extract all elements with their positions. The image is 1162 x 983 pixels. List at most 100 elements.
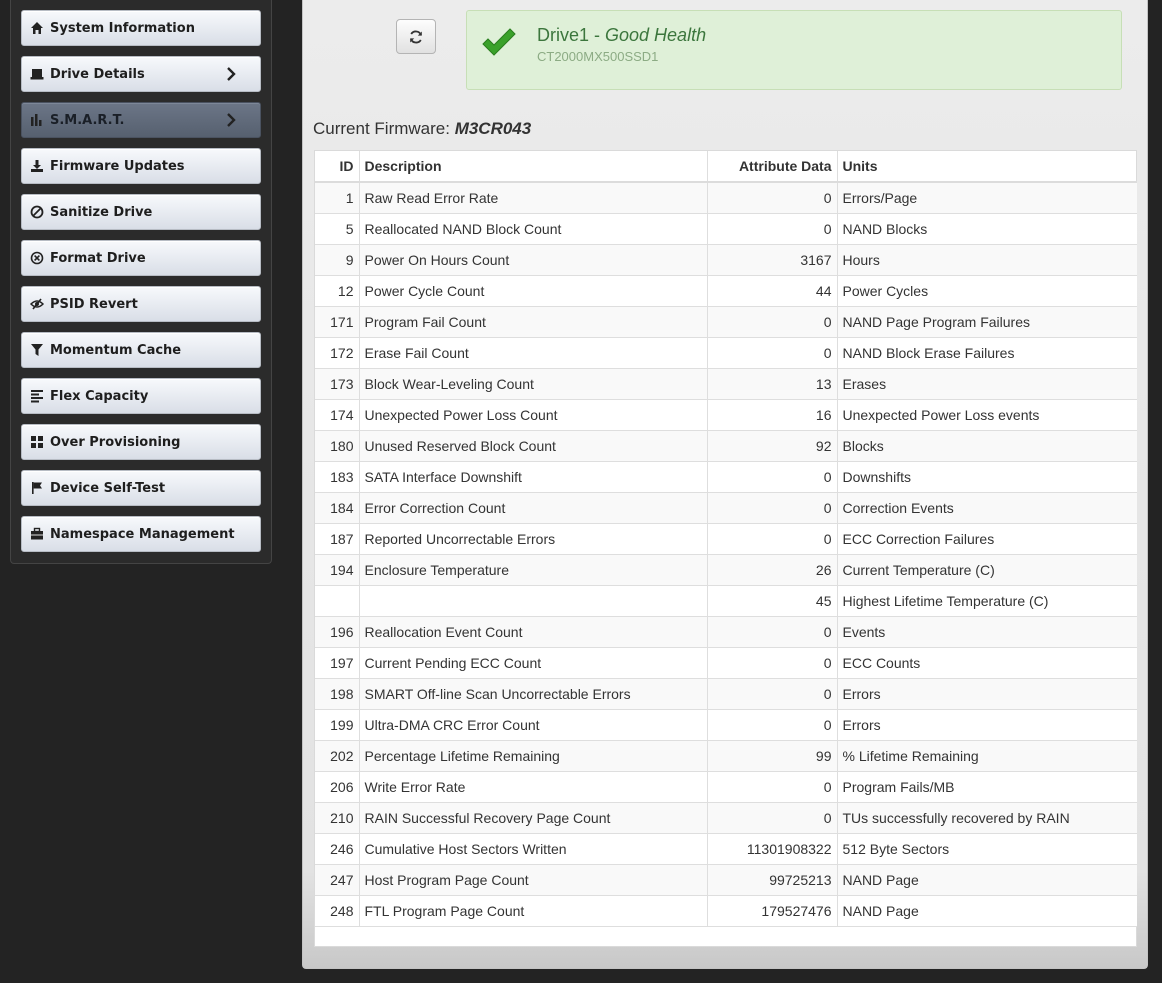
table-row: 194 Enclosure Temperature 26 Current Temper… — [315, 554, 1137, 586]
main-panel: Drive1 - Good Health CT2000MX500SSD1 Cur… — [302, 0, 1148, 969]
table-row: 12 Power Cycle Count 44 Power Cycles — [315, 275, 1137, 307]
cell-attribute-data: 26 — [707, 554, 838, 586]
table-row: 183 SATA Interface Downshift 0 Downshifts — [315, 461, 1137, 493]
table-row: 171 Program Fail Count 0 NAND Page Program … — [315, 306, 1137, 338]
sidebar-item-sanitize-drive[interactable]: Sanitize Drive — [21, 194, 261, 230]
cell-description: Program Fail Count — [359, 306, 708, 338]
cell-id: 172 — [315, 337, 360, 369]
table-row: 173 Block Wear-Leveling Count 13 Erases — [315, 368, 1137, 400]
cell-id: 202 — [315, 740, 360, 772]
table-row: 199 Ultra-DMA CRC Error Count 0 Errors — [315, 709, 1137, 741]
cell-description: Unexpected Power Loss Count — [359, 399, 708, 431]
cell-attribute-data: 0 — [707, 616, 838, 648]
sidebar-item-label: Device Self-Test — [50, 480, 166, 496]
table-header-row: ID Description Attribute Data Units — [315, 151, 1137, 183]
sidebar-item-label: Flex Capacity — [50, 388, 149, 404]
table-row: 210 RAIN Successful Recovery Page Count 0 T… — [315, 802, 1137, 834]
table-row: 5 Reallocated NAND Block Count 0 NAND Block… — [315, 213, 1137, 245]
cell-units: Unexpected Power Loss events — [837, 399, 1137, 431]
sidebar-item-s-m-a-r-t[interactable]: S.M.A.R.T. — [21, 102, 261, 138]
sidebar-item-flex-capacity[interactable]: Flex Capacity — [21, 378, 261, 414]
cell-description: Erase Fail Count — [359, 337, 708, 369]
cell-attribute-data: 0 — [707, 306, 838, 338]
cell-units: Power Cycles — [837, 275, 1137, 307]
cell-description: Error Correction Count — [359, 492, 708, 524]
cell-id: 248 — [315, 895, 360, 927]
column-header-units: Units — [837, 151, 1137, 183]
table-row: 9 Power On Hours Count 3167 Hours — [315, 244, 1137, 276]
cell-attribute-data: 0 — [707, 492, 838, 524]
cell-description: Percentage Lifetime Remaining — [359, 740, 708, 772]
cell-units: Errors — [837, 709, 1137, 741]
grid-icon — [29, 434, 45, 450]
cell-id: 206 — [315, 771, 360, 803]
cell-units: TUs successfully recovered by RAIN — [837, 802, 1137, 834]
cell-id: 174 — [315, 399, 360, 431]
cell-units: Hours — [837, 244, 1137, 276]
cell-id: 187 — [315, 523, 360, 555]
sidebar-item-over-provisioning[interactable]: Over Provisioning — [21, 424, 261, 460]
sidebar-item-drive-details[interactable]: Drive Details — [21, 56, 261, 92]
cell-units: % Lifetime Remaining — [837, 740, 1137, 772]
cell-id: 199 — [315, 709, 360, 741]
cell-attribute-data: 0 — [707, 182, 838, 214]
cell-attribute-data: 0 — [707, 802, 838, 834]
cell-attribute-data: 0 — [707, 523, 838, 555]
cell-units: Errors — [837, 678, 1137, 710]
cell-description: FTL Program Page Count — [359, 895, 708, 927]
cell-units: ECC Correction Failures — [837, 523, 1137, 555]
cell-description: Reallocation Event Count — [359, 616, 708, 648]
column-header-id: ID — [315, 151, 360, 183]
cell-description: Write Error Rate — [359, 771, 708, 803]
sidebar-item-label: System Information — [50, 20, 195, 36]
cell-units: Correction Events — [837, 492, 1137, 524]
sidebar-item-momentum-cache[interactable]: Momentum Cache — [21, 332, 261, 368]
cell-description — [359, 585, 708, 617]
cell-description: SMART Off-line Scan Uncorrectable Errors — [359, 678, 708, 710]
cell-description: Reported Uncorrectable Errors — [359, 523, 708, 555]
cell-id — [315, 585, 360, 617]
drive-health-title: Drive1 - Good Health — [537, 25, 706, 46]
cell-id: 5 — [315, 213, 360, 245]
bar-chart-icon — [29, 112, 45, 128]
sidebar-item-format-drive[interactable]: Format Drive — [21, 240, 261, 276]
table-row: 45 Highest Lifetime Temperature (C) — [315, 585, 1137, 617]
table-row: 206 Write Error Rate 0 Program Fails/MB — [315, 771, 1137, 803]
cell-description: Raw Read Error Rate — [359, 182, 708, 214]
cell-units: Blocks — [837, 430, 1137, 462]
cell-attribute-data: 45 — [707, 585, 838, 617]
ban-icon — [29, 204, 45, 220]
cell-description: Power On Hours Count — [359, 244, 708, 276]
sidebar-nav: System Information Drive Details S.M.A.R.T… — [10, 0, 272, 564]
cell-id: 1 — [315, 182, 360, 214]
cell-units: Erases — [837, 368, 1137, 400]
cell-id: 198 — [315, 678, 360, 710]
cell-attribute-data: 0 — [707, 213, 838, 245]
cell-units: Program Fails/MB — [837, 771, 1137, 803]
download-icon — [29, 158, 45, 174]
cell-attribute-data: 11301908322 — [707, 833, 838, 865]
cell-attribute-data: 0 — [707, 771, 838, 803]
cell-attribute-data: 0 — [707, 337, 838, 369]
smart-table-container: ID Description Attribute Data Units 1 Raw… — [314, 150, 1137, 947]
refresh-button[interactable] — [396, 19, 436, 54]
cell-id: 194 — [315, 554, 360, 586]
sidebar-item-firmware-updates[interactable]: Firmware Updates — [21, 148, 261, 184]
cell-id: 184 — [315, 492, 360, 524]
cell-units: Errors/Page — [837, 182, 1137, 214]
cell-id: 247 — [315, 864, 360, 896]
cell-attribute-data: 99725213 — [707, 864, 838, 896]
sidebar-item-psid-revert[interactable]: PSID Revert — [21, 286, 261, 322]
cell-units: NAND Page Program Failures — [837, 306, 1137, 338]
cell-description: Host Program Page Count — [359, 864, 708, 896]
table-row: 248 FTL Program Page Count 179527476 NAND P… — [315, 895, 1137, 927]
table-row: 246 Cumulative Host Sectors Written 113019… — [315, 833, 1137, 865]
sidebar-item-namespace-management[interactable]: Namespace Management — [21, 516, 261, 552]
align-left-icon — [29, 388, 45, 404]
sidebar-item-label: Sanitize Drive — [50, 204, 153, 220]
table-row: 196 Reallocation Event Count 0 Events — [315, 616, 1137, 648]
cell-units: NAND Block Erase Failures — [837, 337, 1137, 369]
sidebar-item-device-self-test[interactable]: Device Self-Test — [21, 470, 261, 506]
sidebar-item-system-information[interactable]: System Information — [21, 10, 261, 46]
cell-id: 173 — [315, 368, 360, 400]
